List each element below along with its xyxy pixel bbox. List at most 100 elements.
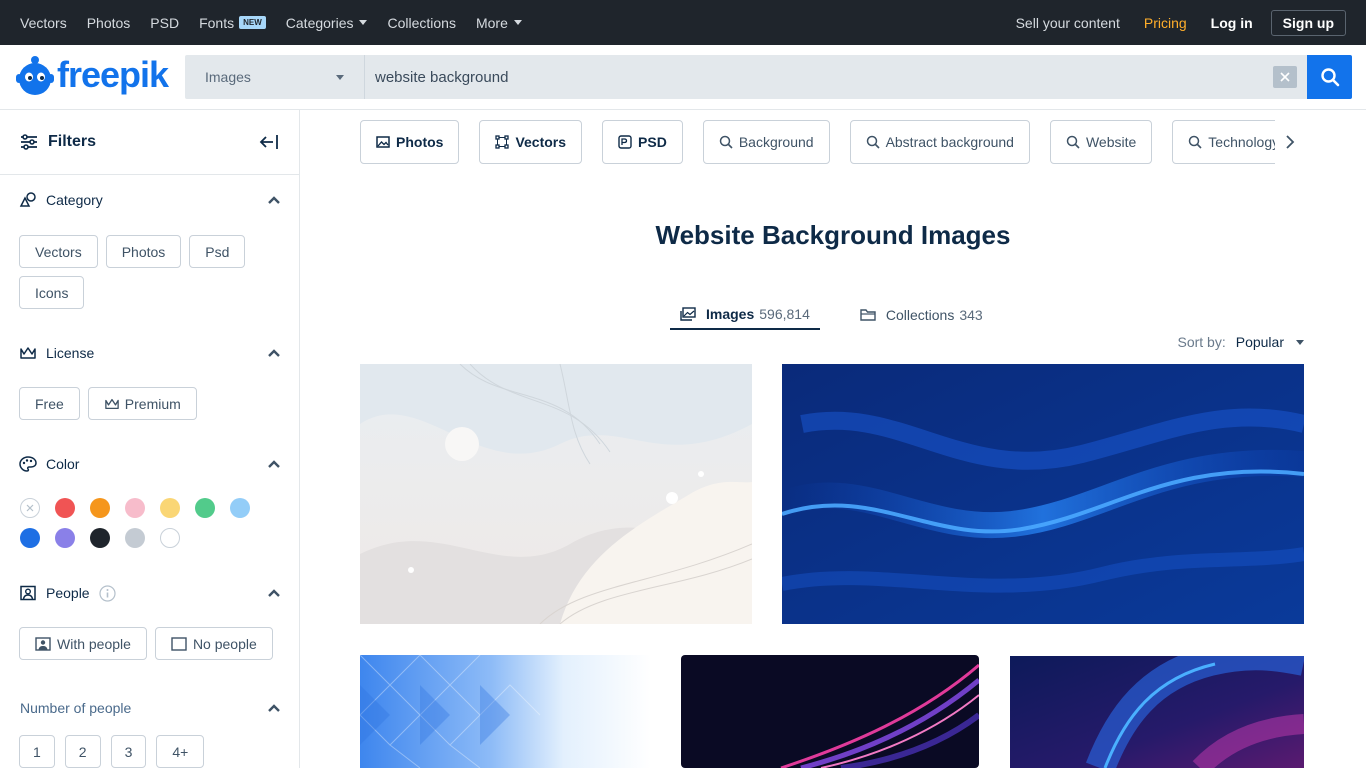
tag-background-label: Background [738,134,814,150]
freepik-logo[interactable]: freepik [15,54,169,96]
color-swatch-purple[interactable] [55,528,75,548]
category-psd[interactable]: Psd [189,235,246,268]
color-swatch-gray[interactable] [125,528,145,548]
license-premium[interactable]: Premium [87,387,197,420]
person-icon [35,636,51,651]
tab-collections-label: Collections [885,307,955,323]
chevron-up-icon[interactable] [268,704,280,712]
shapes-icon [19,192,36,207]
category-header[interactable]: Category [19,190,280,210]
no-people-option[interactable]: No people [154,627,273,660]
tab-images[interactable]: Images 596,814 [670,300,820,330]
signup-button[interactable]: Sign up [1270,9,1346,36]
people-count-4-plus[interactable]: 4+ [156,735,205,768]
tag-vectors-label: Vectors [515,134,567,150]
number-of-people-header[interactable]: Number of people [19,698,280,718]
chevron-up-icon[interactable] [268,196,280,204]
result-thumbnail[interactable] [1010,656,1304,768]
color-swatch-blue[interactable] [20,528,40,548]
crown-icon [105,398,119,409]
with-people-option[interactable]: With people [19,627,147,660]
nav-fonts[interactable]: Fonts NEW [199,15,266,31]
tag-abstract-background[interactable]: Abstract background [849,120,1030,164]
color-swatch-red[interactable] [55,498,75,518]
tab-collections[interactable]: Collections 343 [850,300,993,330]
tag-vectors[interactable]: Vectors [479,120,583,164]
color-swatches [20,498,280,548]
search-input[interactable] [365,55,1273,99]
color-header[interactable]: Color [19,454,280,474]
color-swatch-green[interactable] [195,498,215,518]
people-count-1[interactable]: 1 [19,735,55,768]
people-header[interactable]: People [19,583,280,603]
people-label: People [46,585,90,601]
people-count-3[interactable]: 3 [110,735,147,768]
category-section: Category Vectors Photos Psd Icons [0,190,299,309]
category-icons[interactable]: Icons [19,276,85,309]
tag-photos[interactable]: Photos [360,120,460,164]
nav-collections[interactable]: Collections [387,15,455,31]
collapse-sidebar-icon[interactable] [259,134,279,150]
tag-website-label: Website [1085,134,1137,150]
color-swatch-black[interactable] [90,528,110,548]
nav-categories[interactable]: Categories [286,15,368,31]
results-main: Photos Vectors PSD Background Abstract b… [300,110,1366,768]
category-vectors[interactable]: Vectors [19,235,98,268]
sort-control[interactable]: Sort by: Popular [1177,334,1304,350]
result-thumbnail[interactable] [360,655,651,768]
thumbnail-image [782,364,1304,624]
chevron-right-icon[interactable] [1285,134,1295,150]
pricing-link[interactable]: Pricing [1144,15,1187,31]
number-of-people-label: Number of people [20,700,132,716]
close-icon[interactable] [1273,66,1297,88]
sell-content-link[interactable]: Sell your content [1016,15,1120,31]
color-swatch-yellow[interactable] [160,498,180,518]
info-icon[interactable] [98,584,116,602]
color-swatch-light-blue[interactable] [230,498,250,518]
tag-abstract-background-label: Abstract background [885,134,1014,150]
tag-background[interactable]: Background [702,120,830,164]
nav-psd[interactable]: PSD [150,15,179,31]
sort-label: Sort by: [1177,334,1226,350]
tag-psd[interactable]: PSD [602,120,683,164]
login-link[interactable]: Log in [1211,15,1253,31]
chevron-up-icon[interactable] [268,349,280,357]
chevron-up-icon[interactable] [268,460,280,468]
search-header: freepik Images [0,45,1366,110]
search-icon [1320,68,1339,87]
people-options: With people No people [19,627,280,660]
result-thumbnail[interactable] [681,655,979,768]
category-photos[interactable]: Photos [105,235,182,268]
color-swatch-white[interactable] [160,528,180,548]
thumbnail-image [1010,656,1304,768]
license-label: License [46,345,95,361]
color-swatch-none[interactable] [20,498,40,518]
new-badge: NEW [239,16,266,29]
primary-nav: Vectors Photos PSD Fonts NEW Categories C… [20,15,542,31]
filters-header: Filters [0,110,299,175]
number-of-people-options: 1 2 3 4+ [19,735,280,768]
result-thumbnail[interactable] [782,364,1304,624]
color-swatch-pink[interactable] [125,498,145,518]
color-swatch-orange[interactable] [90,498,110,518]
result-thumbnail[interactable] [360,364,752,624]
nav-vectors[interactable]: Vectors [20,15,67,31]
license-premium-label: Premium [124,395,181,412]
people-count-2[interactable]: 2 [64,735,101,768]
nav-photos[interactable]: Photos [87,15,131,31]
color-section: Color [0,454,299,548]
tag-technology[interactable]: Technology [1172,120,1275,164]
tag-website[interactable]: Website [1049,120,1153,164]
category-label: Category [46,192,103,208]
page-title: Website Background Images [655,220,1011,250]
vector-icon [495,135,510,149]
chevron-up-icon[interactable] [268,589,280,597]
nav-more[interactable]: More [476,15,522,31]
search-type-select[interactable]: Images [185,55,365,99]
caret-down-icon [513,20,522,25]
license-free[interactable]: Free [19,387,80,420]
search-button[interactable] [1307,55,1352,99]
search-type-value: Images [205,69,251,85]
license-header[interactable]: License [19,343,280,363]
related-tags: Photos Vectors PSD Background Abstract b… [360,120,1275,164]
